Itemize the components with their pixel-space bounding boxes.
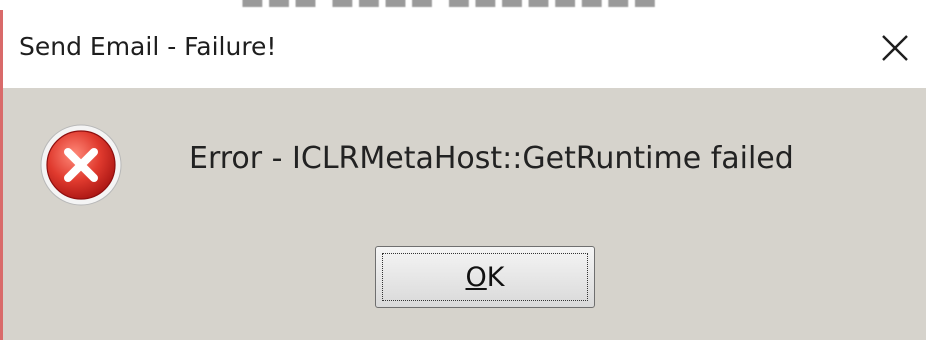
error-message: Error - ICLRMetaHost::GetRuntime failed (189, 141, 794, 176)
close-icon (882, 35, 908, 61)
close-button[interactable] (869, 24, 921, 72)
ok-mnemonic: O (465, 261, 487, 293)
ok-button[interactable]: OK (375, 246, 595, 308)
dialog-title: Send Email - Failure! (19, 32, 277, 61)
error-dialog: Send Email - Failure! Error - ICLRMetaHo… (0, 10, 926, 340)
ok-button-label: OK (466, 262, 505, 293)
dialog-titlebar: Send Email - Failure! (3, 10, 926, 88)
ok-label-rest: K (486, 261, 505, 293)
error-icon (40, 124, 122, 206)
